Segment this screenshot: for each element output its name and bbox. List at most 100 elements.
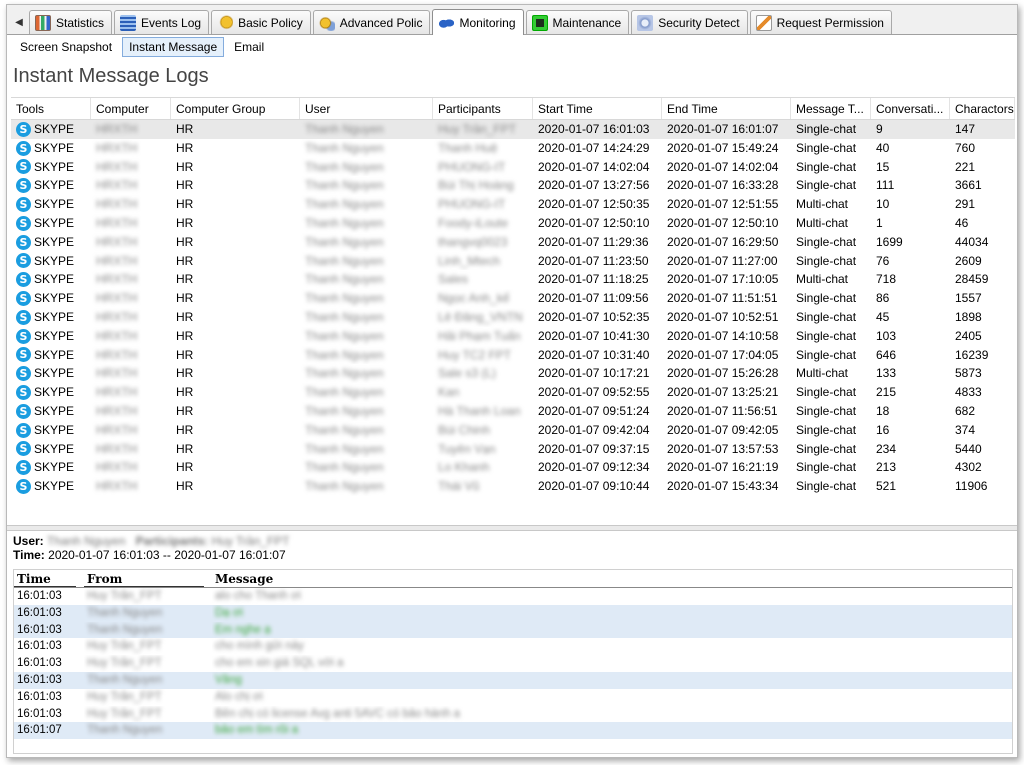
cell-text: HRXTH [96, 441, 138, 456]
message-row[interactable]: 16:01:03 Huy Trần_FPT cho mình gửi này [14, 638, 1012, 655]
message-row[interactable]: 16:01:03 Thanh Nguyen Vâng [14, 671, 1012, 689]
col-participants-header[interactable]: Participants [433, 98, 533, 119]
cell-conversations: 15 [871, 158, 950, 177]
subtab-screen-snapshot[interactable]: Screen Snapshot [13, 37, 119, 57]
cell-computer: HRXTH [91, 308, 171, 327]
table-row[interactable]: S SKYPE HRXTH HR Thanh Nguyen Huy Trần_FPT 202… [11, 120, 1015, 139]
tab-advanced-policy[interactable]: Advanced Polic [312, 10, 431, 34]
table-row[interactable]: S SKYPE HRXTH HR Thanh Nguyen Huy TC2 FPT 2020… [11, 346, 1015, 365]
cell-end-time: 2020-01-07 13:25:21 [662, 383, 791, 402]
cell-charactors: 760 [950, 139, 1015, 158]
cell-computer-group: HR [171, 440, 300, 459]
table-row[interactable]: S SKYPE HRXTH HR Thanh Nguyen thangvq0023 2020… [11, 233, 1015, 252]
col-end-time-header[interactable]: End Time [662, 98, 791, 119]
tab-events-log[interactable]: Events Log [114, 10, 210, 34]
tab-label: Monitoring [459, 15, 516, 30]
cell-text: 2609 [955, 253, 982, 268]
grid-header: Tools Computer Computer Group User Participa… [11, 98, 1015, 120]
cell-conversations: 111 [871, 176, 950, 195]
col-conversations-header[interactable]: Conversati... [871, 98, 950, 119]
message-time: 16:01:03 [17, 623, 62, 636]
cell-end-time: 2020-01-07 16:33:28 [662, 176, 791, 195]
cell-text: 5440 [955, 441, 982, 456]
cell-computer-group: HR [171, 195, 300, 214]
cell-text: Single-chat [796, 460, 857, 475]
scroll-left-icon[interactable]: ◀ [9, 10, 29, 34]
col-time-header[interactable]: Time [14, 570, 76, 587]
cell-message-type: Multi-chat [791, 270, 871, 289]
table-row[interactable]: S SKYPE HRXTH HR Thanh Nguyen Ngọc Anh_kế 2020… [11, 289, 1015, 308]
tab-statistics[interactable]: Statistics [29, 10, 113, 34]
cell-computer-group: HR [171, 346, 300, 365]
table-row[interactable]: S SKYPE HRXTH HR Thanh Nguyen Sale s3 (L) 2020… [11, 364, 1015, 383]
col-computer-group-header[interactable]: Computer Group [171, 98, 300, 119]
tab-maintenance[interactable]: Maintenance [525, 10, 630, 34]
cell-text: 2020-01-07 10:41:30 [538, 328, 650, 343]
skype-icon: S [16, 178, 31, 194]
cell-computer-group: HR [171, 270, 300, 289]
tab-security-detect[interactable]: Security Detect [631, 10, 748, 34]
cell-charactors: 28459 [950, 270, 1015, 289]
table-row[interactable]: S SKYPE HRXTH HR Thanh Nguyen Linh_Mtech 2020-… [11, 252, 1015, 271]
table-row[interactable]: S SKYPE HRXTH HR Thanh Nguyen Kan 2020-01-07 0… [11, 383, 1015, 402]
cell-message-type: Single-chat [791, 402, 871, 421]
cell-charactors: 2609 [950, 252, 1015, 271]
table-row[interactable]: S SKYPE HRXTH HR Thanh Nguyen Thanh Huệ 2020-0… [11, 139, 1015, 158]
tool-name: SKYPE [34, 272, 75, 287]
tool-name: SKYPE [34, 441, 75, 456]
col-message-type-header[interactable]: Message T... [791, 98, 871, 119]
col-user-header[interactable]: User [300, 98, 433, 119]
table-row[interactable]: S SKYPE HRXTH HR Thanh Nguyen PHUONG-IT 2020-0… [11, 195, 1015, 214]
cell-text: 45 [876, 309, 890, 324]
table-row[interactable]: S SKYPE HRXTH HR Thanh Nguyen Sales 2020-01-07… [11, 270, 1015, 289]
cell-text: Multi-chat [796, 272, 849, 287]
cell-text: 147 [955, 122, 976, 136]
subtab-email[interactable]: Email [227, 37, 271, 57]
cell-computer-group: HR [171, 214, 300, 233]
table-row[interactable]: S SKYPE HRXTH HR Thanh Nguyen Lê Đăng_VNTN 202… [11, 308, 1015, 327]
col-tools-header[interactable]: Tools [11, 98, 91, 119]
cell-computer: HRXTH [91, 289, 171, 308]
table-row[interactable]: S SKYPE HRXTH HR Thanh Nguyen PHUONG-IT 2020-0… [11, 158, 1015, 177]
tab-basic-policy[interactable]: Basic Policy [211, 10, 311, 34]
user-label: User: [13, 534, 44, 548]
cell-message-type: Single-chat [791, 139, 871, 158]
table-row[interactable]: S SKYPE HRXTH HR Thanh Nguyen Bùi Chinh 2020-0… [11, 421, 1015, 440]
message-row[interactable]: 16:01:07 Thanh Nguyen bảo em tìm rồi a [14, 722, 1012, 740]
cell-conversations: 18 [871, 402, 950, 421]
cell-text: 11906 [955, 479, 988, 494]
cell-message-type: Single-chat [791, 233, 871, 252]
col-charactors-header[interactable]: Charactors [950, 98, 1015, 119]
col-message-header[interactable]: Message [212, 570, 412, 587]
tab-monitoring[interactable]: Monitoring [432, 9, 524, 35]
subtab-instant-message[interactable]: Instant Message [122, 37, 225, 57]
table-row[interactable]: S SKYPE HRXTH HR Thanh Nguyen Bùi Thị Hoàng 20… [11, 176, 1015, 195]
col-start-time-header[interactable]: Start Time [533, 98, 662, 119]
table-row[interactable]: S SKYPE HRXTH HR Thanh Nguyen Hà Thanh Loan 20… [11, 402, 1015, 421]
message-row[interactable]: 16:01:03 Huy Trần_FPT cho em xin giá SQL v… [14, 655, 1012, 672]
tab-label: Statistics [56, 15, 105, 30]
cell-user: Thanh Nguyen [300, 233, 433, 252]
message-row[interactable]: 16:01:03 Thanh Nguyen Em nghe ạ [14, 621, 1012, 639]
cell-participants: Bùi Chinh [433, 421, 533, 440]
table-row[interactable]: S SKYPE HRXTH HR Thanh Nguyen Foody-iLoute 202… [11, 214, 1015, 233]
participants-label: Participants: [135, 534, 209, 548]
panel-splitter[interactable] [7, 525, 1017, 531]
col-computer-header[interactable]: Computer [91, 98, 171, 119]
message-row[interactable]: 16:01:03 Huy Trần_FPT Alo chị ơi [14, 689, 1012, 706]
cell-charactors: 44034 [950, 233, 1015, 252]
table-row[interactable]: S SKYPE HRXTH HR Thanh Nguyen Hải Phạm Tuấn 20… [11, 327, 1015, 346]
table-row[interactable]: S SKYPE HRXTH HR Thanh Nguyen Tuyên Vạn 2020-0… [11, 440, 1015, 459]
message-row[interactable]: 16:01:03 Huy Trần_FPT alo cho Thanh ơi [14, 588, 1012, 605]
cell-text: Thanh Nguyen [305, 122, 384, 136]
cell-end-time: 2020-01-07 17:10:05 [662, 270, 791, 289]
cell-start-time: 2020-01-07 10:52:35 [533, 308, 662, 327]
table-row[interactable]: S SKYPE HRXTH HR Thanh Nguyen Thái Vũ 2020-01-… [11, 477, 1015, 496]
table-row[interactable]: S SKYPE HRXTH HR Thanh Nguyen Lo Khanh 2020-01… [11, 458, 1015, 477]
tab-request-permission[interactable]: Request Permission [749, 10, 892, 34]
message-text: Dạ ơi [212, 605, 1008, 622]
message-row[interactable]: 16:01:03 Thanh Nguyen Dạ ơi [14, 604, 1012, 622]
col-from-header[interactable]: From [84, 570, 204, 587]
cell-participants: Kan [433, 383, 533, 402]
message-row[interactable]: 16:01:03 Huy Trần_FPT Bên chị có license A… [14, 706, 1012, 723]
